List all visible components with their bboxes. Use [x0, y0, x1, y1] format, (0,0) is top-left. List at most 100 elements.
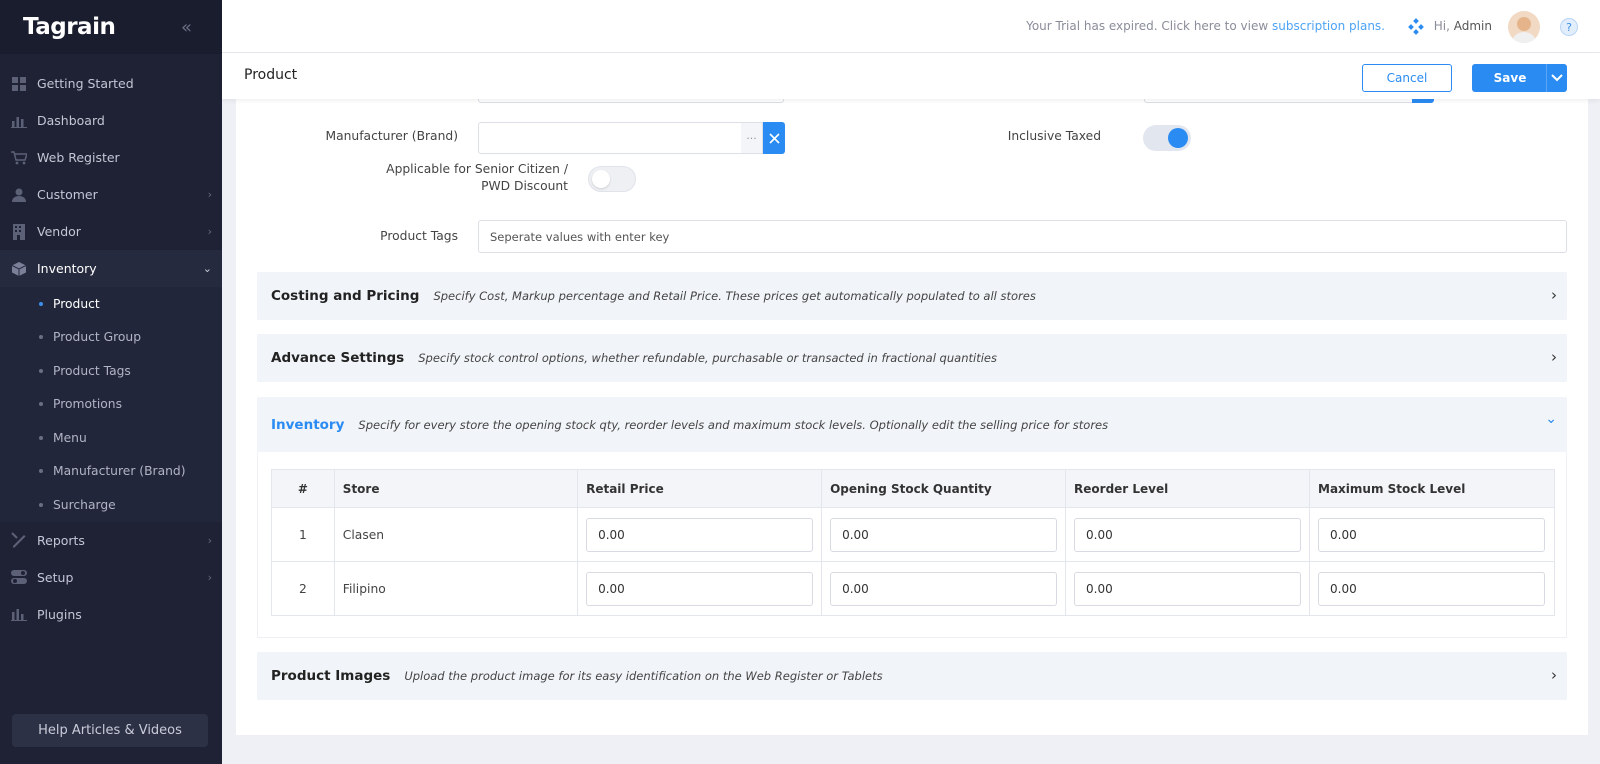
- retail-price-input[interactable]: 0.00: [586, 517, 814, 552]
- cart-icon: [10, 150, 28, 166]
- inclusive-taxed-toggle[interactable]: [1143, 125, 1191, 151]
- cancel-button[interactable]: Cancel: [1362, 64, 1452, 92]
- max-stock-input[interactable]: 0.00: [1318, 571, 1545, 606]
- inventory-table: # Store Retail Price Opening Stock Quant…: [271, 469, 1555, 616]
- retail-price-cell: 0.00: [577, 507, 823, 562]
- trial-text: Your Trial has expired. Click here to vi…: [1026, 19, 1269, 33]
- section-costing-pricing[interactable]: Costing and Pricing Specify Cost, Markup…: [257, 272, 1567, 320]
- sidebar-item-label: Web Register: [37, 150, 120, 165]
- product-form-card: Manufacturer (Brand) ··· Inclusive Taxed…: [236, 87, 1588, 735]
- bullet-icon: [39, 301, 43, 306]
- box-icon: [10, 261, 28, 277]
- reorder-level-cell: 0.00: [1065, 561, 1310, 616]
- help-articles-button[interactable]: Help Articles & Videos: [12, 714, 208, 747]
- chevron-down-icon: [1551, 74, 1563, 82]
- pencil-ruler-icon: [10, 532, 28, 548]
- table-row: 2 Filipino 0.00 0.00 0.00 0.00: [271, 561, 1555, 616]
- opening-stock-cell: 0.00: [821, 507, 1067, 562]
- section-inventory[interactable]: Inventory Specify for every store the op…: [257, 397, 1567, 452]
- column-header: #: [271, 469, 335, 508]
- sidebar-item-reports[interactable]: Reports ›: [0, 522, 222, 559]
- section-description: Specify Cost, Markup percentage and Reta…: [433, 289, 1036, 303]
- subscription-plans-link[interactable]: subscription plans.: [1272, 19, 1385, 33]
- manufacturer-browse-button[interactable]: ···: [741, 122, 763, 154]
- manufacturer-clear-button[interactable]: [763, 122, 785, 154]
- user-name: Admin: [1453, 19, 1492, 33]
- top-bar: Your Trial has expired. Click here to vi…: [222, 0, 1600, 53]
- column-header: Opening Stock Quantity: [821, 469, 1067, 508]
- help-icon[interactable]: ?: [1560, 18, 1578, 36]
- save-button[interactable]: Save: [1472, 64, 1548, 92]
- ellipsis-icon: ···: [746, 131, 757, 145]
- section-title: Product Images: [271, 668, 391, 684]
- sidebar-item-getting-started[interactable]: Getting Started: [0, 65, 222, 102]
- submenu-label: Menu: [53, 430, 87, 445]
- diamond-grid-icon[interactable]: [1407, 18, 1425, 36]
- collapse-sidebar-icon[interactable]: «: [181, 17, 192, 38]
- section-advance-settings[interactable]: Advance Settings Specify stock control o…: [257, 334, 1567, 382]
- column-header: Reorder Level: [1065, 469, 1310, 508]
- save-dropdown-button[interactable]: [1546, 64, 1567, 92]
- store-name: Filipino: [333, 561, 579, 616]
- sidebar-item-vendor[interactable]: Vendor ›: [0, 213, 222, 250]
- reorder-level-input[interactable]: 0.00: [1074, 517, 1302, 552]
- sidebar-item-customer[interactable]: Customer ›: [0, 176, 222, 213]
- inventory-submenu: Product Product Group Product Tags Promo…: [0, 287, 222, 522]
- avatar[interactable]: [1508, 11, 1540, 43]
- submenu-label: Manufacturer (Brand): [53, 464, 186, 479]
- sidebar-item-setup[interactable]: Setup ›: [0, 559, 222, 596]
- submenu-item-product[interactable]: Product: [0, 287, 222, 321]
- page-header: Product Cancel Save: [222, 53, 1600, 99]
- reorder-level-cell: 0.00: [1065, 507, 1310, 562]
- submenu-label: Product Group: [53, 330, 142, 345]
- sidebar-item-inventory[interactable]: Inventory ⌄: [0, 250, 222, 287]
- sidebar-item-dashboard[interactable]: Dashboard: [0, 102, 222, 139]
- section-description: Specify stock control options, whether r…: [418, 351, 997, 365]
- sidebar-item-label: Vendor: [37, 224, 81, 239]
- submenu-item-promotions[interactable]: Promotions: [0, 388, 222, 422]
- reorder-level-input[interactable]: 0.00: [1074, 571, 1302, 606]
- column-header: Retail Price: [577, 469, 823, 508]
- senior-discount-toggle[interactable]: [588, 166, 636, 192]
- building-icon: [10, 223, 28, 240]
- manufacturer-input[interactable]: [478, 122, 742, 154]
- section-title: Inventory: [271, 416, 345, 433]
- submenu-item-product-tags[interactable]: Product Tags: [0, 354, 222, 388]
- user-icon: [10, 187, 28, 203]
- toggle-knob: [592, 170, 610, 188]
- bullet-icon: [39, 402, 43, 407]
- sidebar-item-label: Reports: [37, 532, 85, 548]
- row-number: 1: [271, 507, 335, 562]
- chevron-down-icon: ⌄: [1545, 411, 1557, 427]
- inventory-panel: # Store Retail Price Opening Stock Quant…: [257, 452, 1567, 638]
- product-tags-label: Product Tags: [380, 229, 458, 243]
- row-number: 2: [271, 561, 335, 616]
- chevron-down-icon: ⌄: [202, 262, 212, 275]
- max-stock-input[interactable]: 0.00: [1318, 517, 1545, 552]
- retail-price-input[interactable]: 0.00: [586, 571, 814, 606]
- opening-stock-input[interactable]: 0.00: [830, 571, 1058, 606]
- submenu-item-product-group[interactable]: Product Group: [0, 321, 222, 355]
- chevron-right-icon: ›: [207, 533, 212, 547]
- close-icon: [768, 132, 780, 144]
- trial-notice: Your Trial has expired. Click here to vi…: [1026, 19, 1385, 33]
- retail-price-cell: 0.00: [577, 561, 823, 616]
- grid-icon: [10, 76, 28, 92]
- chevron-right-icon: ›: [207, 225, 212, 238]
- max-stock-cell: 0.00: [1309, 507, 1555, 562]
- chevron-right-icon: ›: [207, 570, 212, 584]
- sidebar-item-plugins[interactable]: Plugins: [0, 596, 222, 633]
- sidebar-item-web-register[interactable]: Web Register: [0, 139, 222, 176]
- logo-row: Tagrain «: [0, 0, 222, 54]
- opening-stock-input[interactable]: 0.00: [830, 517, 1058, 552]
- submenu-item-surcharge[interactable]: Surcharge: [0, 488, 222, 522]
- sidebar: Tagrain « Getting Started Dashboard Web …: [0, 0, 222, 764]
- section-product-images[interactable]: Product Images Upload the product image …: [257, 652, 1567, 700]
- bar-chart-icon: [10, 606, 28, 622]
- product-tags-input[interactable]: Seperate values with enter key: [478, 220, 1567, 253]
- submenu-item-manufacturer[interactable]: Manufacturer (Brand): [0, 455, 222, 489]
- submenu-item-menu[interactable]: Menu: [0, 421, 222, 455]
- column-header: Store: [333, 469, 579, 508]
- bar-chart-icon: [10, 113, 28, 129]
- bullet-icon: [39, 368, 43, 373]
